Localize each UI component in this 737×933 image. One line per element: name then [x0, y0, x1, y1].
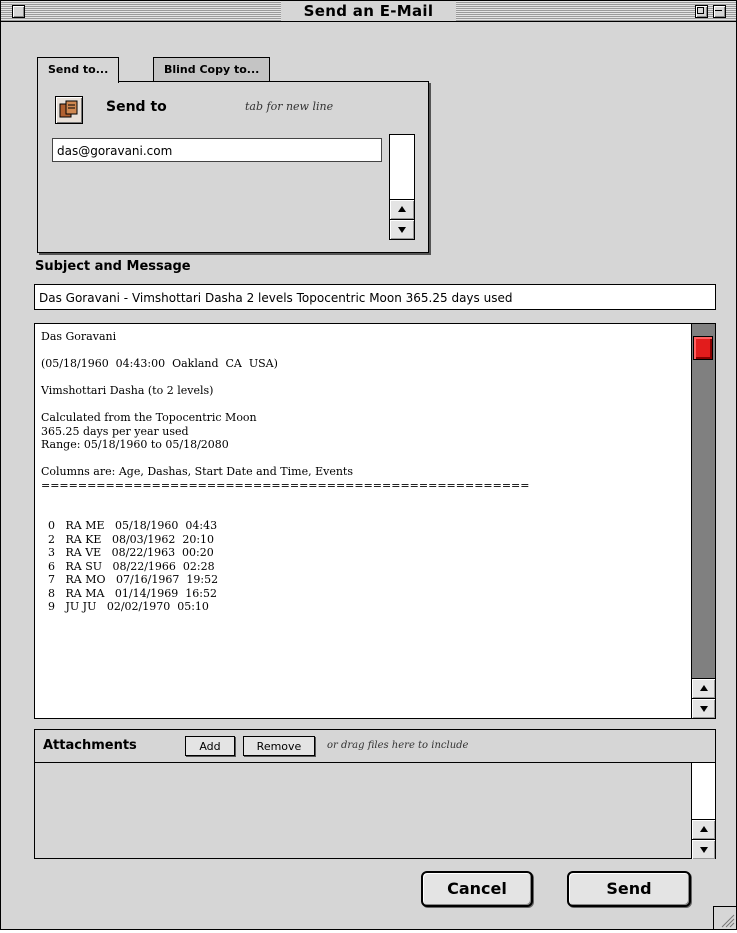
cancel-button[interactable]: Cancel [421, 871, 533, 907]
resize-grip-icon[interactable] [713, 906, 736, 929]
new-line-hint: tab for new line [245, 100, 334, 113]
attachments-scrollbar[interactable] [691, 763, 715, 859]
recipient-input[interactable]: das@goravani.com [52, 138, 382, 162]
subject-input[interactable]: Das Goravani - Vimshottari Dasha 2 level… [34, 284, 716, 310]
attachments-list[interactable] [34, 763, 716, 859]
address-book-icon[interactable] [55, 96, 83, 124]
zoom-box-icon[interactable] [695, 5, 708, 18]
add-attachment-button[interactable]: Add [185, 736, 235, 756]
tab-blind-copy[interactable]: Blind Copy to... [153, 57, 271, 82]
scroll-up-arrow-icon[interactable] [692, 819, 715, 839]
send-button[interactable]: Send [567, 871, 691, 907]
remove-attachment-button[interactable]: Remove [243, 736, 315, 756]
tab-send-to[interactable]: Send to... [37, 57, 120, 83]
scroll-up-arrow-icon[interactable] [692, 678, 715, 698]
message-text[interactable]: Das Goravani (05/18/1960 04:43:00 Oaklan… [41, 330, 681, 614]
message-scrollbar[interactable] [691, 324, 715, 718]
subject-label: Subject and Message [35, 259, 191, 274]
send-to-heading: Send to [106, 99, 167, 115]
scroll-down-arrow-icon[interactable] [390, 219, 414, 239]
close-box-icon[interactable] [12, 5, 25, 18]
collapse-box-icon[interactable] [713, 5, 726, 18]
scroll-thumb[interactable] [693, 336, 713, 360]
email-window: Send an E-Mail Send to... Blind Copy to.… [0, 0, 737, 930]
attachments-label: Attachments [43, 738, 137, 753]
window-title: Send an E-Mail [281, 1, 456, 21]
recipients-panel: Send to tab for new line das@goravani.co… [37, 81, 429, 253]
title-bar[interactable]: Send an E-Mail [1, 1, 736, 22]
drag-files-hint: or drag files here to include [327, 740, 469, 751]
scroll-down-arrow-icon[interactable] [692, 698, 715, 718]
scroll-down-arrow-icon[interactable] [692, 839, 715, 859]
message-body[interactable]: Das Goravani (05/18/1960 04:43:00 Oaklan… [34, 323, 716, 719]
recipients-scrollbar[interactable] [389, 134, 415, 240]
attachments-bar: Attachments Add Remove or drag files her… [34, 729, 716, 763]
scroll-up-arrow-icon[interactable] [390, 199, 414, 219]
